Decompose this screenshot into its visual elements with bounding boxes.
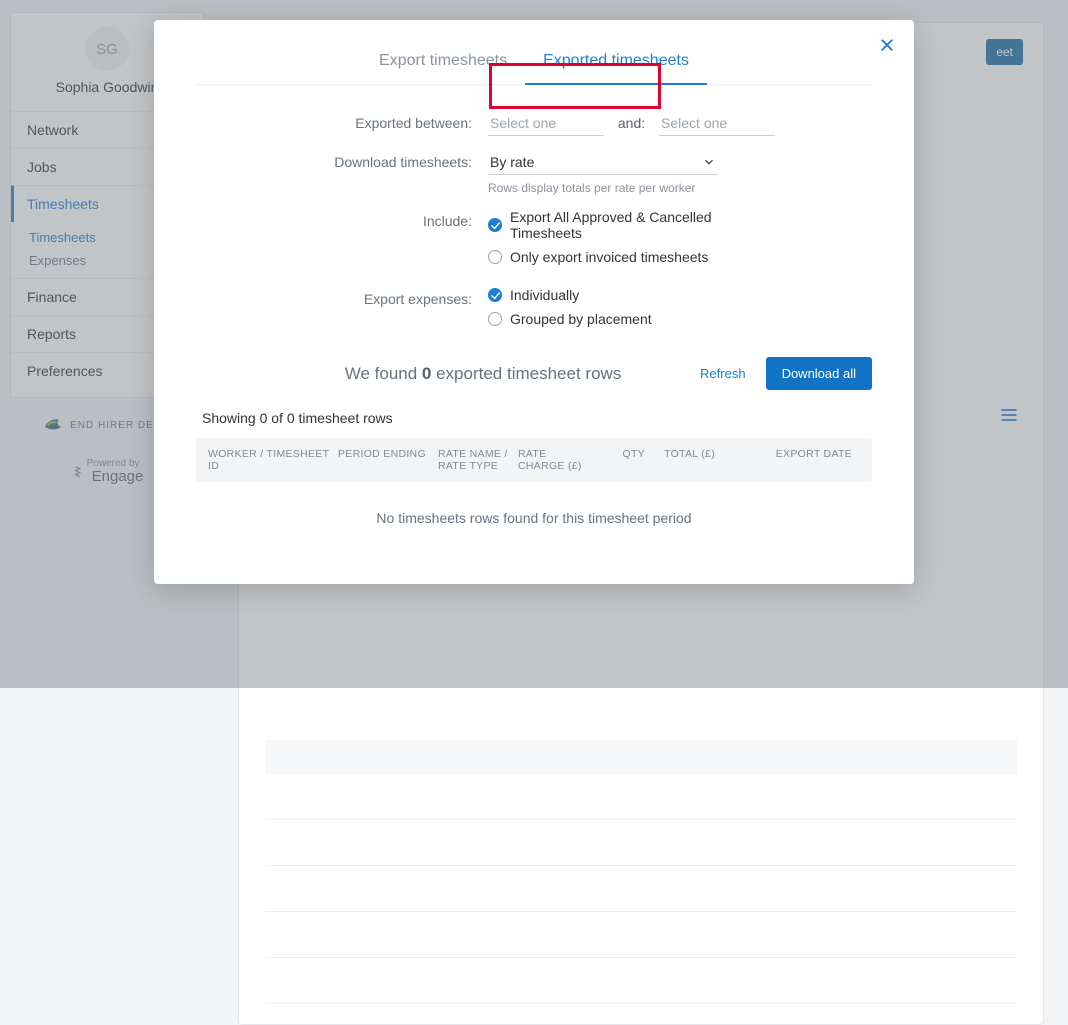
radio-unchecked-icon: [488, 312, 502, 326]
radio-unchecked-icon: [488, 250, 502, 264]
export-filters-form: Exported between: and: Download timeshee…: [196, 111, 872, 335]
table-row: [265, 866, 1017, 912]
download-mode-select[interactable]: By rate: [488, 150, 718, 175]
download-mode-value: By rate: [490, 154, 534, 170]
results-summary: We found 0 exported timesheet rows: [196, 364, 680, 384]
exported-timesheets-modal: Export timesheets Exported timesheets Ex…: [154, 20, 914, 584]
th-ratecharge: RATE CHARGE (£): [518, 448, 603, 472]
date-to-input[interactable]: [659, 111, 775, 136]
results-bar: We found 0 exported timesheet rows Refre…: [196, 357, 872, 390]
results-count: 0: [422, 364, 431, 383]
expenses-option-grouped-label: Grouped by placement: [510, 311, 652, 327]
results-prefix: We found: [345, 364, 422, 383]
row-export-expenses: Export expenses: Individually Grouped by…: [196, 287, 872, 335]
table-row: [265, 774, 1017, 820]
results-table-header: WORKER / TIMESHEET ID PERIOD ENDING RATE…: [196, 438, 872, 482]
row-include: Include: Export All Approved & Cancelled…: [196, 209, 872, 273]
label-export-expenses: Export expenses:: [196, 287, 488, 307]
th-qty: QTY: [603, 448, 653, 472]
date-from-input[interactable]: [488, 111, 604, 136]
modal-overlay: Export timesheets Exported timesheets Ex…: [0, 0, 1068, 688]
expenses-option-individually-label: Individually: [510, 287, 579, 303]
label-include: Include:: [196, 209, 488, 229]
refresh-link[interactable]: Refresh: [700, 366, 746, 381]
empty-state-text: No timesheets rows found for this timesh…: [196, 482, 872, 554]
row-download-timesheets: Download timesheets: By rate Rows displa…: [196, 150, 872, 195]
expenses-option-grouped[interactable]: Grouped by placement: [488, 311, 872, 327]
and-label: and:: [618, 115, 645, 131]
showing-text: Showing 0 of 0 timesheet rows: [202, 410, 872, 426]
label-download-timesheets: Download timesheets:: [196, 150, 488, 170]
label-exported-between: Exported between:: [196, 111, 488, 131]
th-exportdate: EXPORT DATE: [723, 448, 860, 472]
include-option-invoiced-label: Only export invoiced timesheets: [510, 249, 708, 265]
table-header-stub: [265, 740, 1017, 774]
row-exported-between: Exported between: and:: [196, 111, 872, 136]
chevron-down-icon: [702, 155, 716, 169]
close-icon[interactable]: [878, 36, 896, 54]
tab-exported-timesheets[interactable]: Exported timesheets: [525, 40, 707, 84]
th-ratename: RATE NAME / RATE TYPE: [438, 448, 518, 472]
table-row: [265, 820, 1017, 866]
table-row: [265, 912, 1017, 958]
th-worker: WORKER / TIMESHEET ID: [208, 448, 338, 472]
modal-tabs: Export timesheets Exported timesheets: [196, 40, 872, 85]
th-total: TOTAL (£): [653, 448, 723, 472]
th-period: PERIOD ENDING: [338, 448, 438, 472]
download-all-button[interactable]: Download all: [766, 357, 872, 390]
table-row: [265, 958, 1017, 1004]
radio-checked-icon: [488, 218, 502, 232]
radio-checked-icon: [488, 288, 502, 302]
include-option-all-label: Export All Approved & Cancelled Timeshee…: [510, 209, 740, 241]
include-option-all[interactable]: Export All Approved & Cancelled Timeshee…: [488, 209, 872, 241]
expenses-option-individually[interactable]: Individually: [488, 287, 872, 303]
include-option-invoiced[interactable]: Only export invoiced timesheets: [488, 249, 872, 265]
tab-export-timesheets[interactable]: Export timesheets: [361, 40, 525, 84]
results-suffix: exported timesheet rows: [431, 364, 621, 383]
download-mode-hint: Rows display totals per rate per worker: [488, 181, 872, 195]
